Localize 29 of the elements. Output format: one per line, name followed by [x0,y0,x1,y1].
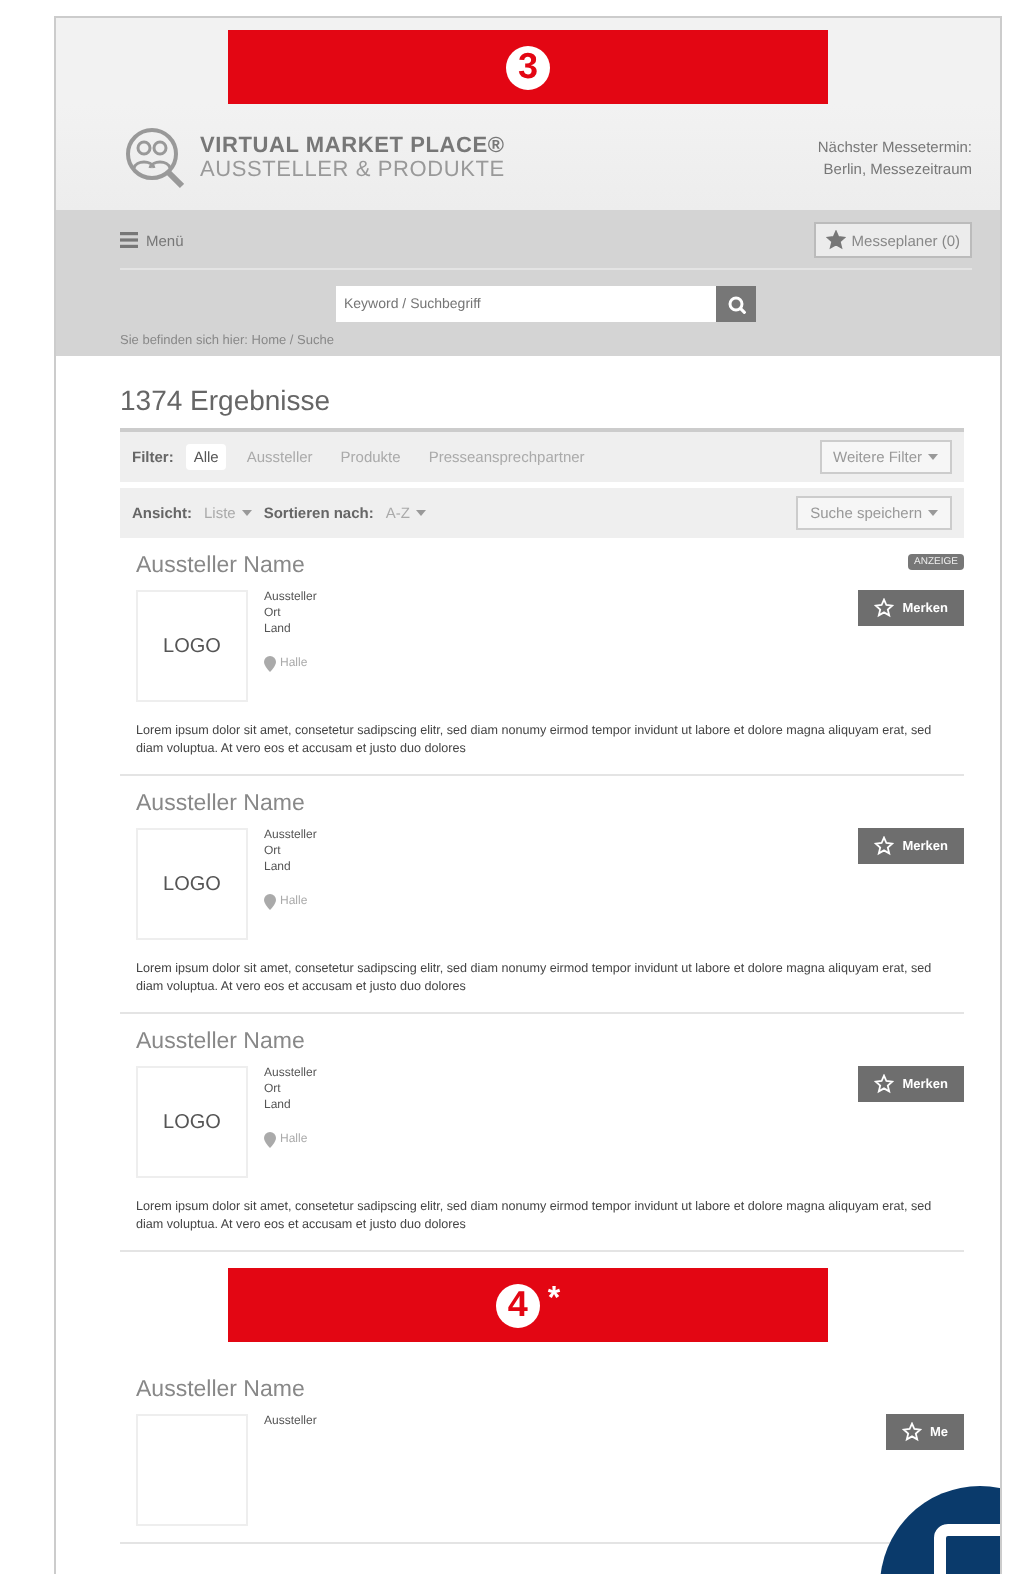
star-icon [901,1422,922,1442]
logo-text: LOGO [163,873,221,895]
magnifier-people-logo-icon [120,124,184,190]
star-icon [874,1074,895,1094]
step-number: 4 [495,1283,540,1327]
caret-icon [415,510,426,516]
caret-icon [241,510,252,516]
location-pin-icon [264,656,276,672]
location-pin-icon [264,1132,276,1148]
menu-icon [120,232,138,248]
exhibitor-name: Aussteller Name [136,1378,305,1402]
exhibitor-name: Aussteller Name [136,1030,305,1054]
brand-subtitle: AUSSTELLER & PRODUKTE [200,157,507,181]
logo-text: LOGO [163,1111,221,1133]
brand-name: VIRTUAL MARKET PLACE® [200,133,507,157]
star-icon [874,836,895,856]
search-button[interactable] [716,286,756,322]
logo-text: LOGO [163,635,221,657]
star-icon [825,230,846,250]
results-count: 1374 Ergebnisse [120,384,333,416]
step-number: 3 [506,45,550,89]
exhibitor-name: Aussteller Name [136,792,305,816]
search-icon [727,295,745,313]
exhibitor-name: Aussteller Name [136,554,305,578]
asterisk: * [547,1282,561,1318]
caret-icon [928,454,938,460]
location-pin-icon [264,894,276,910]
caret-icon [928,510,938,516]
star-icon [874,598,895,618]
